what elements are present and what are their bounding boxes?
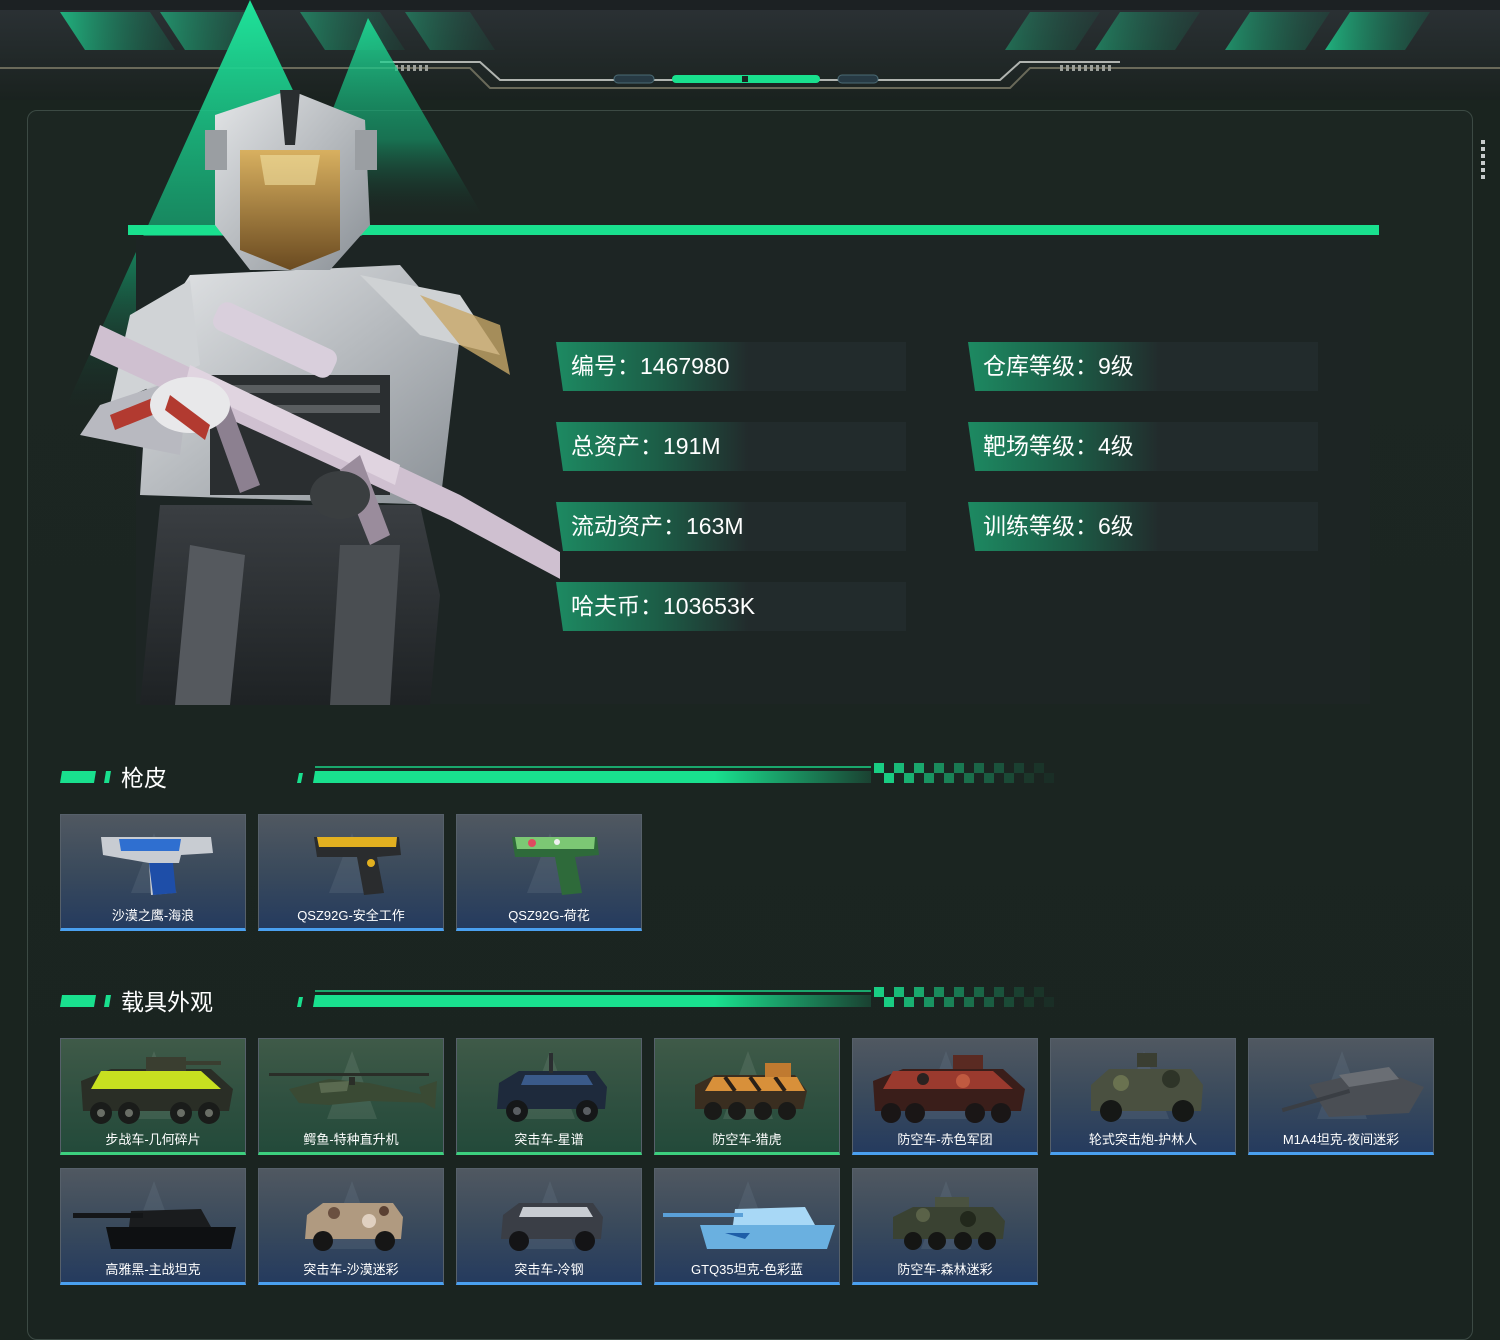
vehicle-skin-card[interactable]: 突击车-星谱	[456, 1038, 642, 1155]
stat-label: 总资产：	[571, 433, 663, 459]
gun-skin-card[interactable]: QSZ92G-荷花	[456, 814, 642, 931]
stat-value: 103653K	[663, 593, 756, 619]
vehicle-skin-card[interactable]: 防空车-赤色军团	[852, 1038, 1038, 1155]
item-name: QSZ92G-荷花	[508, 908, 590, 923]
stat-haf-coin: 哈夫币：103653K	[556, 582, 906, 631]
section-header-vehicle-skins: 载具外观	[60, 987, 1070, 1017]
tank-icon	[1281, 1051, 1424, 1119]
section-header-gun-skins: 枪皮	[60, 763, 1070, 793]
stat-player-id: 编号：1467980	[556, 342, 906, 391]
section-bars-icon	[60, 995, 111, 1007]
stat-value: 9级	[1098, 353, 1134, 379]
item-name: 防空车-猎虎	[712, 1132, 782, 1147]
assault-vehicle-icon	[1091, 1051, 1203, 1122]
stat-liquid-assets: 流动资产：163M	[556, 502, 906, 551]
stat-training-level: 训练等级：6级	[968, 502, 1318, 551]
assault-vehicle-icon	[305, 1181, 403, 1251]
stat-label: 编号：	[571, 353, 640, 379]
section-title: 枪皮	[121, 765, 167, 791]
item-name: 轮式突击炮-护林人	[1088, 1132, 1198, 1147]
stat-value: 191M	[663, 433, 721, 459]
item-name: 高雅黑-主战坦克	[105, 1262, 201, 1277]
gun-skin-card[interactable]: QSZ92G-安全工作	[258, 814, 444, 931]
side-scroll-dots	[1481, 140, 1485, 179]
item-name: GTQ35坦克-色彩蓝	[691, 1262, 803, 1277]
item-name: 突击车-沙漠迷彩	[303, 1262, 399, 1277]
section-divider-decor	[297, 987, 1054, 1007]
pistol-icon	[314, 833, 401, 895]
item-name: 防空车-赤色军团	[897, 1132, 993, 1147]
section-bars-icon	[60, 771, 111, 783]
item-name: 防空车-森林迷彩	[897, 1262, 993, 1277]
stat-value: 1467980	[640, 353, 730, 379]
vehicle-skin-card[interactable]: 防空车-森林迷彩	[852, 1168, 1038, 1285]
vehicle-skin-card[interactable]: 轮式突击炮-护林人	[1050, 1038, 1236, 1155]
item-name: 鳄鱼-特种直升机	[303, 1132, 399, 1147]
armored-car-icon	[81, 1051, 233, 1124]
vehicle-skin-card[interactable]: 步战车-几何碎片	[60, 1038, 246, 1155]
vehicle-skin-card[interactable]: 鳄鱼-特种直升机	[258, 1038, 444, 1155]
tank-icon	[73, 1181, 236, 1249]
stat-range-level: 靶场等级：4级	[968, 422, 1318, 471]
pistol-icon	[512, 833, 599, 895]
item-name: 突击车-星谱	[514, 1132, 584, 1147]
assault-vehicle-icon	[501, 1181, 603, 1251]
stat-label: 训练等级：	[983, 513, 1098, 539]
item-name: 突击车-冷钢	[514, 1262, 584, 1277]
helicopter-icon	[269, 1051, 437, 1119]
stat-value: 6级	[1098, 513, 1134, 539]
item-name: 沙漠之鹰-海浪	[111, 908, 195, 923]
stat-label: 仓库等级：	[983, 353, 1098, 379]
vehicle-skin-card[interactable]: 高雅黑-主战坦克	[60, 1168, 246, 1285]
vehicle-skin-card[interactable]: 突击车-冷钢	[456, 1168, 642, 1285]
stat-total-assets: 总资产：191M	[556, 422, 906, 471]
item-name: 步战车-几何碎片	[105, 1132, 201, 1147]
armored-car-icon	[893, 1181, 1005, 1250]
vehicle-skin-card[interactable]: GTQ35坦克-色彩蓝	[654, 1168, 840, 1285]
armored-car-icon	[695, 1051, 807, 1120]
stat-warehouse-level: 仓库等级：9级	[968, 342, 1318, 391]
stat-value: 163M	[686, 513, 744, 539]
armored-car-icon	[873, 1051, 1025, 1123]
operator-character-image	[80, 90, 560, 705]
stat-label: 哈夫币：	[571, 593, 663, 619]
item-name: QSZ92G-安全工作	[297, 908, 405, 923]
item-name: M1A4坦克-夜间迷彩	[1282, 1132, 1400, 1147]
pistol-icon	[101, 833, 213, 895]
vehicle-skin-card[interactable]: 突击车-沙漠迷彩	[258, 1168, 444, 1285]
gun-skin-card[interactable]: 沙漠之鹰-海浪	[60, 814, 246, 931]
stat-label: 流动资产：	[571, 513, 686, 539]
tank-icon	[663, 1181, 835, 1249]
assault-vehicle-icon	[497, 1051, 607, 1122]
vehicle-skin-card[interactable]: 防空车-猎虎	[654, 1038, 840, 1155]
section-title: 载具外观	[121, 989, 213, 1015]
stat-value: 4级	[1098, 433, 1134, 459]
section-divider-decor	[297, 763, 1054, 783]
stat-label: 靶场等级：	[983, 433, 1098, 459]
vehicle-skin-card[interactable]: M1A4坦克-夜间迷彩	[1248, 1038, 1434, 1155]
